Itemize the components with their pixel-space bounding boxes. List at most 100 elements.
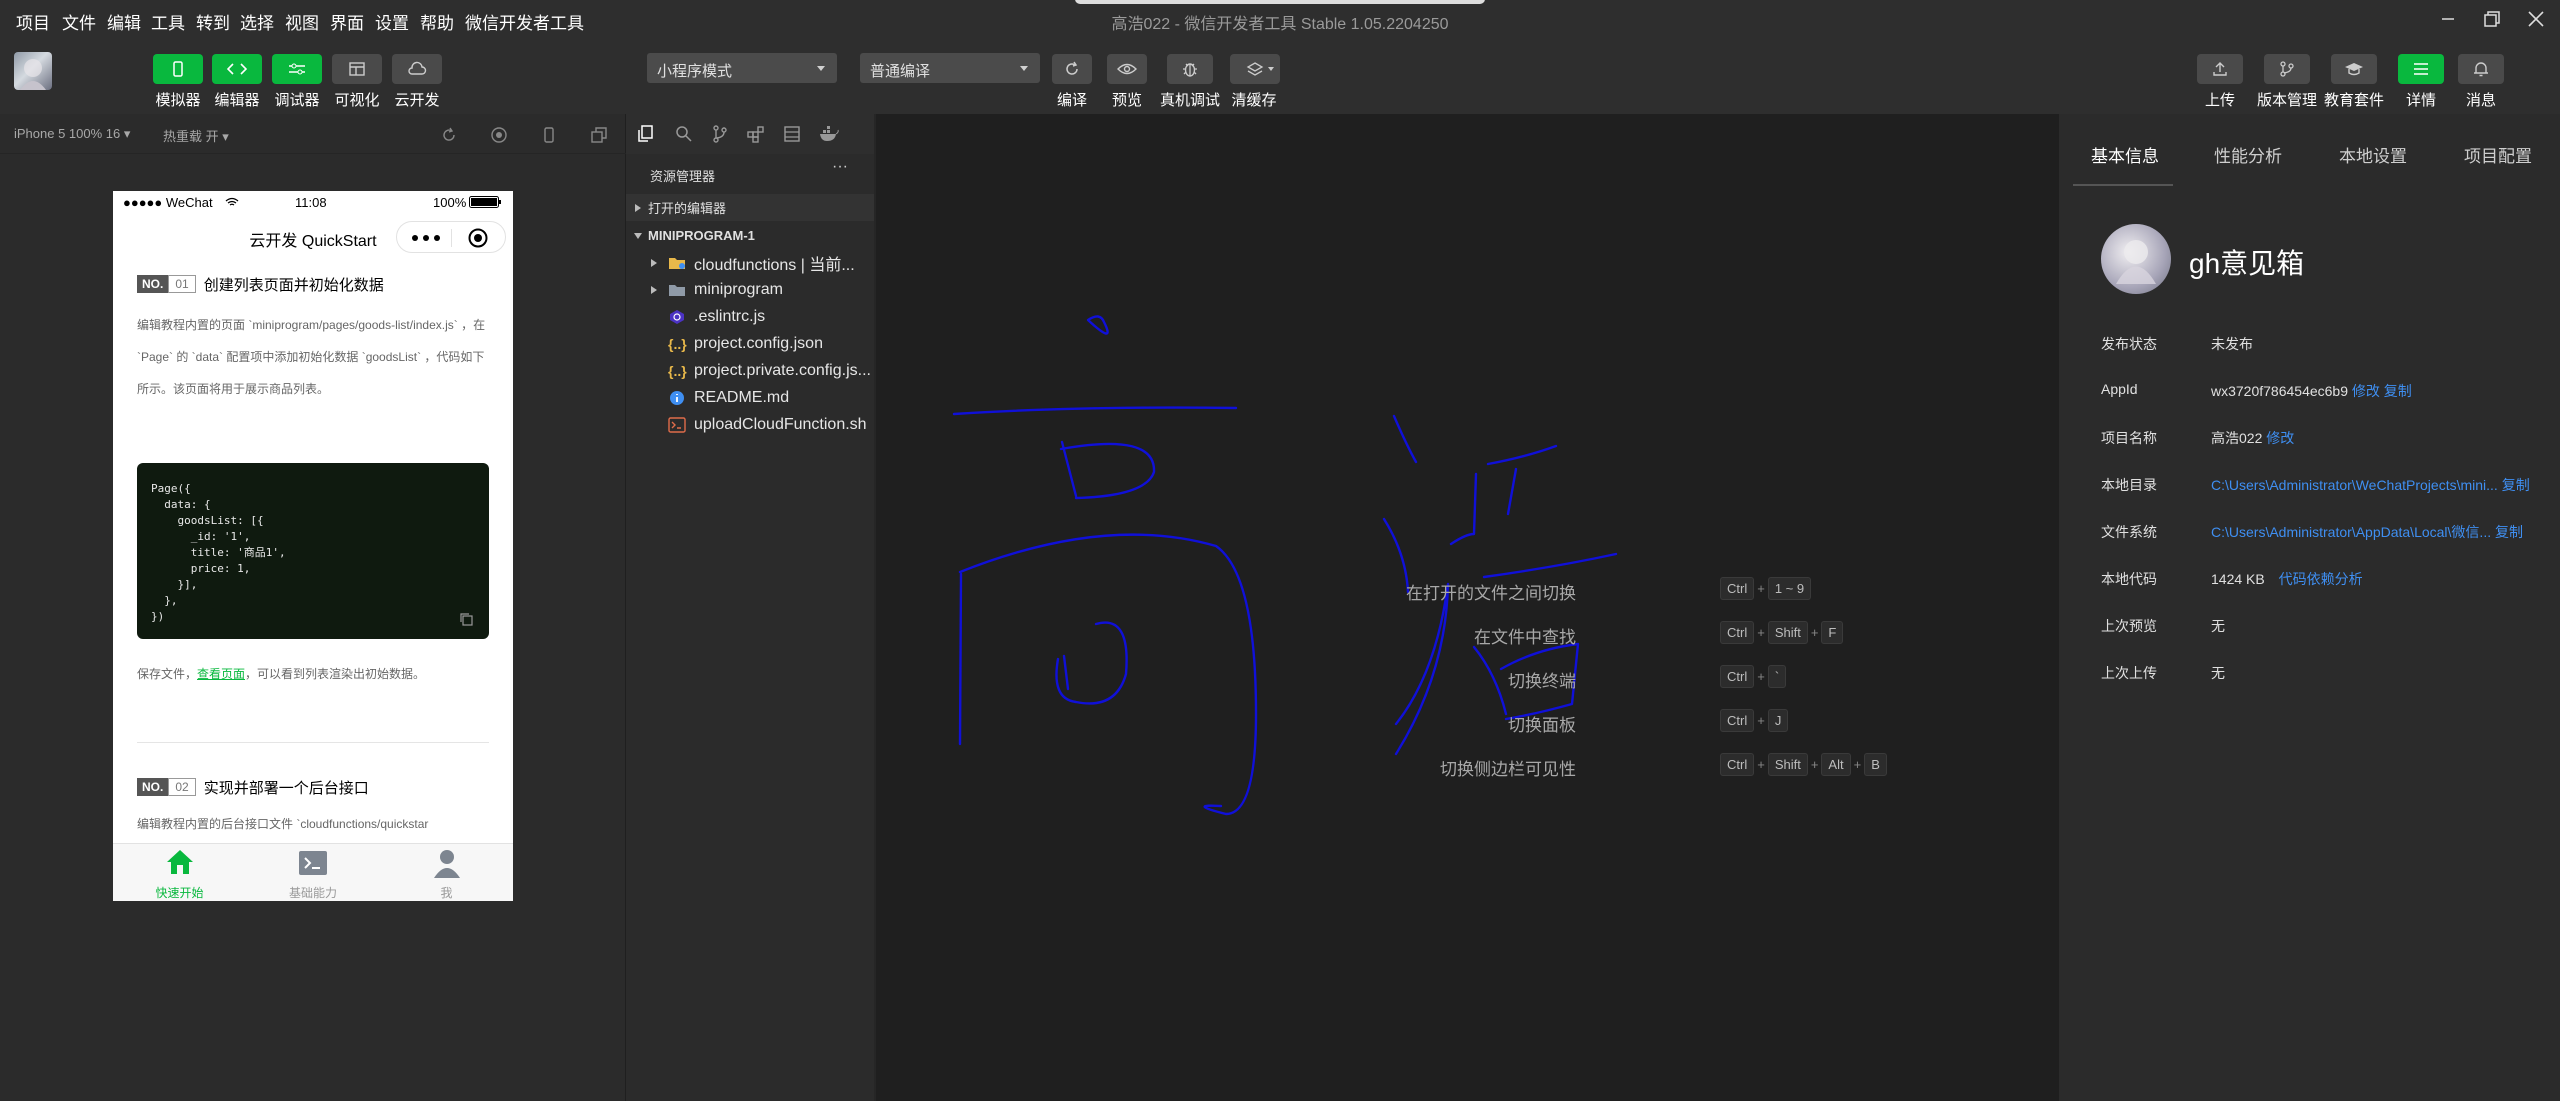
tree-item-miniprogram[interactable]: miniprogram <box>626 276 876 303</box>
value-local-dir-row: C:\Users\Administrator\WeChatProjects\mi… <box>2211 475 2530 495</box>
graduation-icon <box>2345 63 2363 76</box>
tree-item-project-private-config[interactable]: {..} project.private.config.js... <box>626 357 876 384</box>
docker-icon[interactable] <box>818 124 840 144</box>
tab-performance[interactable]: 性能分析 <box>2214 142 2282 167</box>
tree-item-project-config[interactable]: {..} project.config.json <box>626 330 876 357</box>
editor-area: 在打开的文件之间切换 Ctrl +1 ~ 9 在文件中查找 Ctrl + Shift +… <box>876 114 2058 1101</box>
explorer-more-button[interactable]: ··· <box>832 158 848 176</box>
extensions-icon[interactable] <box>746 124 766 144</box>
popout-icon[interactable] <box>590 126 608 144</box>
dependency-analysis-link[interactable]: 代码依赖分析 <box>2279 571 2363 587</box>
menu-goto[interactable]: 转到 <box>196 9 230 34</box>
menu-edit[interactable]: 编辑 <box>107 9 141 34</box>
file-system-copy-link[interactable]: 复制 <box>2495 524 2523 540</box>
source-control-icon[interactable] <box>710 124 730 144</box>
value-publish-status: 未发布 <box>2211 336 2253 352</box>
details-toggle-button[interactable] <box>2398 54 2444 84</box>
version-button[interactable] <box>2264 54 2310 84</box>
key-ctrl: Ctrl <box>1720 709 1755 732</box>
shortcut-keys: Ctrl + ` <box>1720 665 1789 688</box>
label-appid: AppId <box>2101 381 2138 397</box>
view-page-link[interactable]: 查看页面 <box>197 667 245 681</box>
chevron-down-icon <box>1268 67 1274 71</box>
messages-label: 消息 <box>2465 92 2496 109</box>
hot-reload-select[interactable]: 热重载 开 ▾ <box>163 126 229 145</box>
minimize-icon <box>2442 18 2454 20</box>
menu-select[interactable]: 选择 <box>240 9 274 34</box>
phone-icon <box>173 61 183 77</box>
key-backtick: ` <box>1767 665 1787 688</box>
debugger-toggle-button[interactable] <box>272 54 322 84</box>
editor-toggle-button[interactable] <box>212 54 262 84</box>
compile-select[interactable]: 普通编译 <box>860 53 1040 83</box>
open-editors-section[interactable]: 打开的编辑器 <box>626 194 876 221</box>
cloud-dev-button[interactable] <box>392 54 442 84</box>
appid-edit-link[interactable]: 修改 <box>2352 383 2380 399</box>
tab-quickstart[interactable]: 快速开始 <box>113 844 246 901</box>
tab-basic-info[interactable]: 基本信息 <box>2091 142 2159 167</box>
close-mini-icon[interactable] <box>467 227 489 249</box>
simulator-toggle-button[interactable] <box>153 54 203 84</box>
menu-file[interactable]: 文件 <box>62 9 96 34</box>
value-file-system[interactable]: C:\Users\Administrator\AppData\Local\微信.… <box>2211 524 2491 540</box>
tree-item-readme[interactable]: README.md <box>626 384 876 411</box>
menu-project[interactable]: 项目 <box>16 9 50 34</box>
close-button[interactable] <box>2516 4 2556 34</box>
maximize-button[interactable] <box>2472 4 2512 34</box>
visual-toggle-button[interactable] <box>332 54 382 84</box>
messages-button[interactable] <box>2458 54 2504 84</box>
menu-tools[interactable]: 工具 <box>151 9 185 34</box>
value-project-name-row: 高浩022 修改 <box>2211 428 2294 448</box>
tab-project-config[interactable]: 项目配置 <box>2464 142 2532 167</box>
upload-button[interactable] <box>2197 54 2243 84</box>
device-icon[interactable] <box>540 126 558 144</box>
value-local-code: 1424 KB <box>2211 571 2265 587</box>
tree-item-label: README.md <box>694 388 790 406</box>
chevron-right-icon <box>651 258 657 267</box>
record-icon[interactable] <box>490 126 508 144</box>
capsule-menu[interactable] <box>396 221 506 253</box>
key-ctrl: Ctrl <box>1720 621 1755 644</box>
value-local-dir[interactable]: C:\Users\Administrator\WeChatProjects\mi… <box>2211 477 2498 493</box>
user-avatar[interactable] <box>14 52 52 90</box>
mode-select[interactable]: 小程序模式 <box>647 53 837 83</box>
tab-me[interactable]: 我 <box>380 844 513 901</box>
tree-item-eslintrc[interactable]: .eslintrc.js <box>626 303 876 330</box>
project-section[interactable]: MINIPROGRAM-1 <box>626 222 876 249</box>
storage-icon[interactable] <box>782 124 802 144</box>
copy-icon[interactable] <box>458 611 474 627</box>
value-local-code-row: 1424 KB 代码依赖分析 <box>2211 569 2363 589</box>
minimize-button[interactable] <box>2428 4 2468 34</box>
key-plus: + <box>1810 625 1819 640</box>
chevron-down-icon <box>634 232 642 239</box>
compile-button[interactable] <box>1052 54 1092 84</box>
local-dir-copy-link[interactable]: 复制 <box>2502 477 2530 493</box>
tree-item-cloudfunctions[interactable]: cloudfunctions | 当前... <box>626 249 876 276</box>
education-button[interactable] <box>2331 54 2377 84</box>
label-file-system: 文件系统 <box>2101 524 2157 540</box>
remote-debug-button[interactable] <box>1167 54 1213 84</box>
value-appid: wx3720f786454ec6b9 <box>2211 383 2349 399</box>
search-icon[interactable] <box>674 124 694 144</box>
tab-basic[interactable]: 基础能力 <box>246 844 380 901</box>
tree-item-label: cloudfunctions | 当前... <box>694 256 855 274</box>
project-name-edit-link[interactable]: 修改 <box>2266 430 2294 446</box>
key-shift: Shift <box>1767 753 1808 776</box>
menu-help[interactable]: 帮助 <box>420 9 454 34</box>
more-dots-icon[interactable] <box>409 232 443 244</box>
clear-cache-button[interactable] <box>1230 54 1280 84</box>
files-icon[interactable] <box>636 124 656 144</box>
menu-devtools[interactable]: 微信开发者工具 <box>465 9 584 34</box>
menu-interface[interactable]: 界面 <box>330 9 364 34</box>
preview-button[interactable] <box>1107 54 1147 84</box>
value-last-upload: 无 <box>2211 665 2225 681</box>
rotate-icon[interactable] <box>440 126 458 144</box>
tab-local-settings[interactable]: 本地设置 <box>2339 142 2407 167</box>
device-select[interactable]: iPhone 5 100% 16 ▾ <box>14 126 130 142</box>
menu-settings[interactable]: 设置 <box>375 9 409 34</box>
section1-num: 01 <box>168 275 196 293</box>
tree-item-upload-sh[interactable]: uploadCloudFunction.sh <box>626 411 876 438</box>
appid-copy-link[interactable]: 复制 <box>2384 383 2412 399</box>
section1-text: 编辑教程内置的页面 `miniprogram/pages/goods-list/… <box>137 318 486 396</box>
menu-view[interactable]: 视图 <box>285 9 319 34</box>
